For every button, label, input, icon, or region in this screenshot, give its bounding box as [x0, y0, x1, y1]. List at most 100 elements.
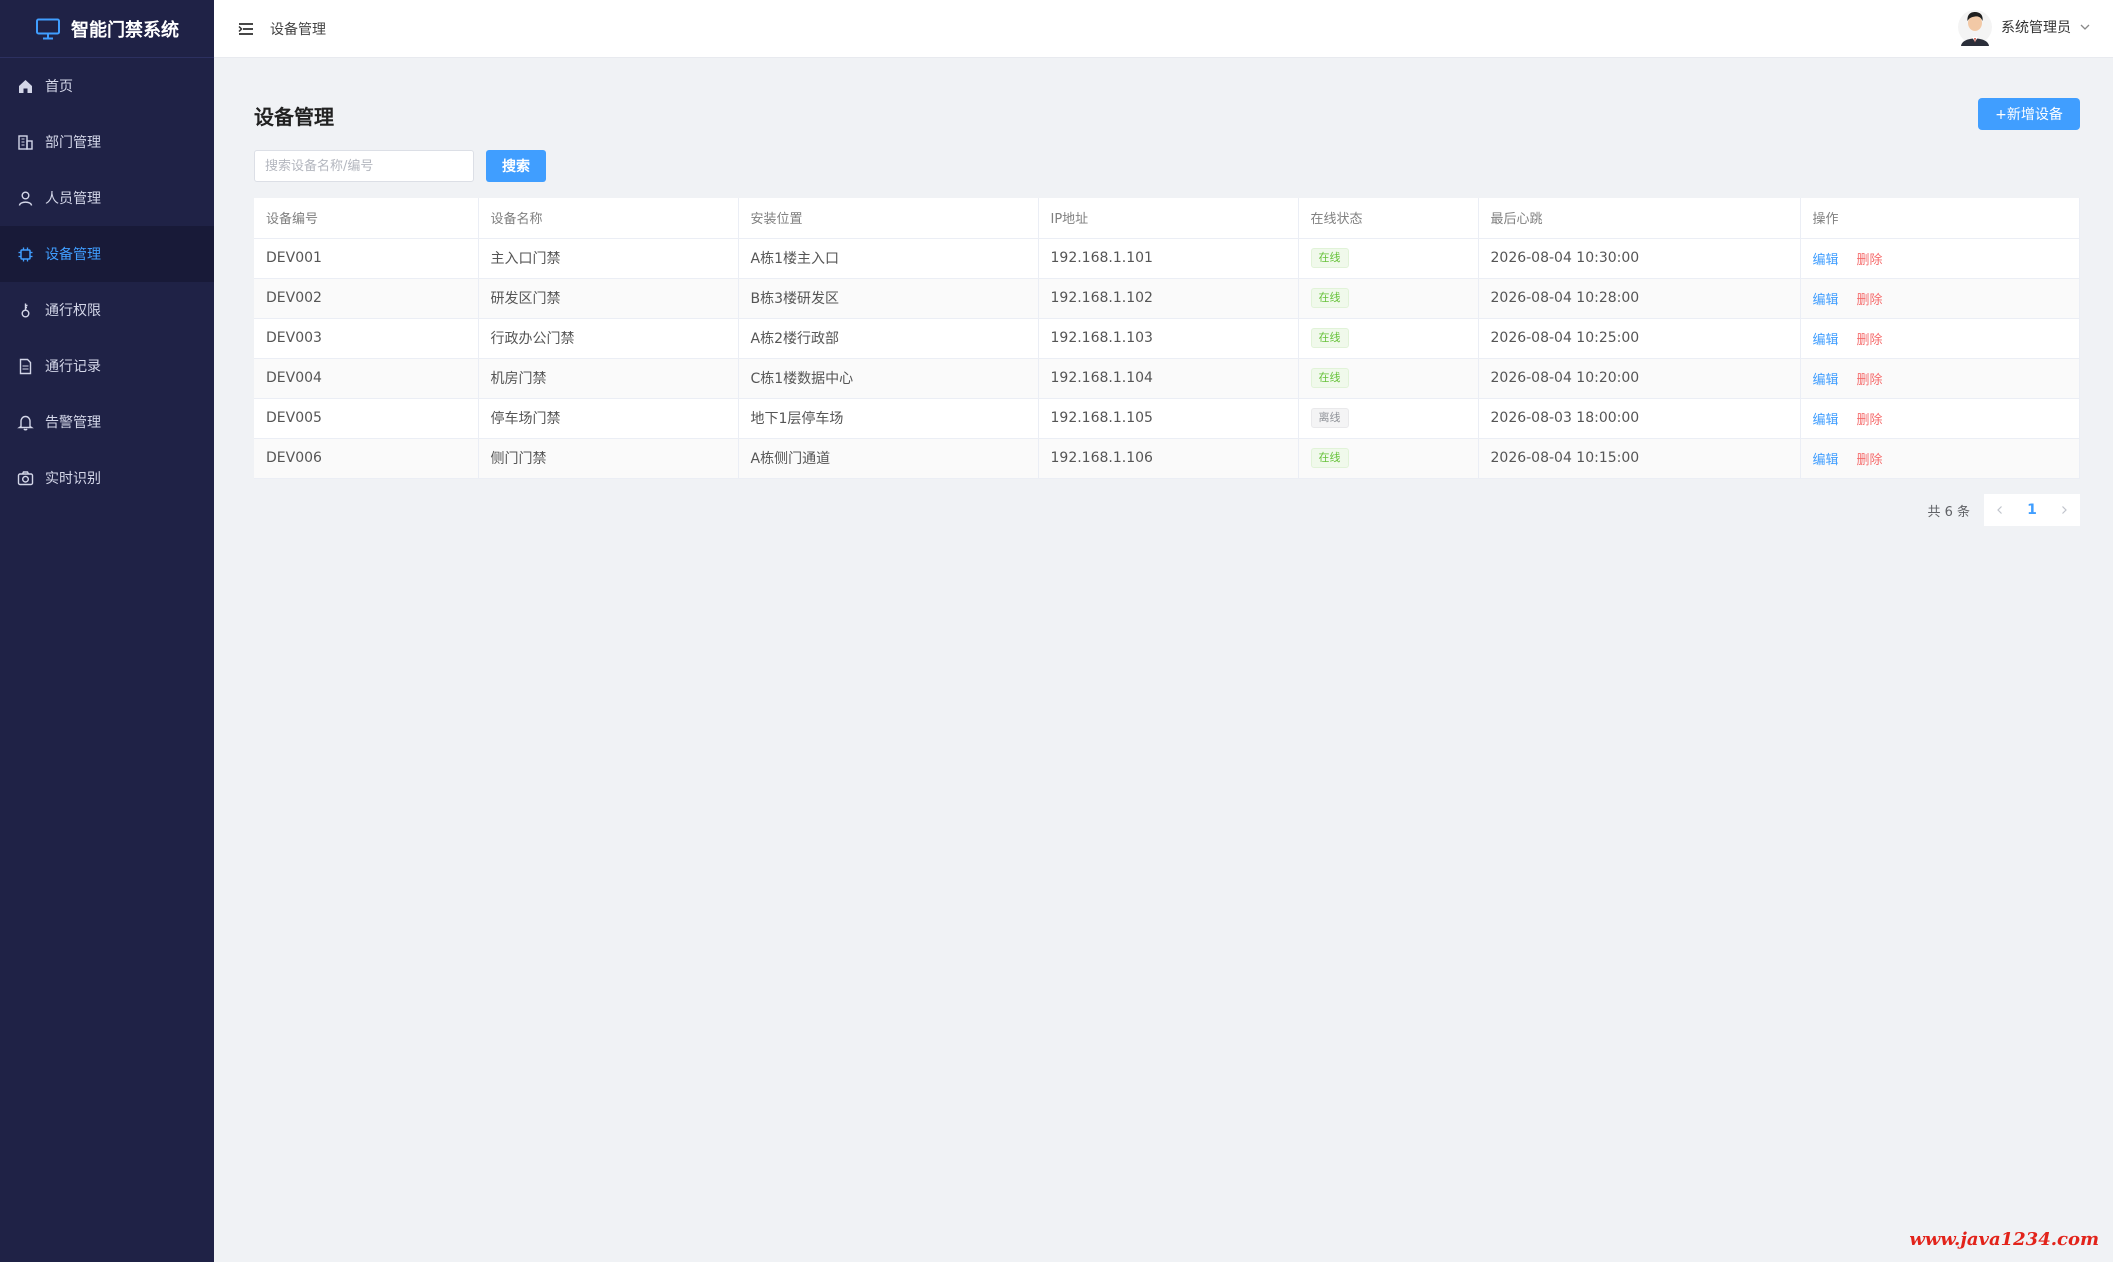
- breadcrumb: 设备管理: [270, 21, 326, 38]
- cell-status: 离线: [1298, 398, 1479, 439]
- cell-heartbeat: 2026-08-04 10:25:00: [1478, 318, 1801, 359]
- cell-heartbeat: 2026-08-04 10:15:00: [1478, 438, 1801, 479]
- user-menu[interactable]: 系统管理员: [1957, 8, 2091, 46]
- cell-location: A栋侧门通道: [738, 438, 1039, 479]
- edit-button[interactable]: 编辑: [1813, 293, 1839, 308]
- chip-icon: [17, 246, 34, 263]
- column-header-heartbeat[interactable]: 最后心跳: [1478, 198, 1801, 239]
- cell-device-id: DEV005: [254, 398, 479, 439]
- sidebar-item-label: 人员管理: [45, 191, 101, 207]
- sidebar-item-access-records[interactable]: 通行记录: [0, 338, 214, 394]
- sidebar-item-label: 通行权限: [45, 303, 101, 319]
- cell-device-id: DEV002: [254, 278, 479, 319]
- cell-device-name: 研发区门禁: [478, 278, 739, 319]
- sidebar-item-personnel[interactable]: 人员管理: [0, 170, 214, 226]
- cell-actions: 编辑 删除: [1800, 398, 2080, 439]
- sidebar-item-label: 设备管理: [45, 247, 101, 263]
- cell-status: 在线: [1298, 278, 1479, 319]
- delete-button[interactable]: 删除: [1857, 413, 1883, 428]
- bell-icon: [17, 414, 34, 431]
- next-page-button[interactable]: [2048, 494, 2080, 526]
- cell-device-id: DEV003: [254, 318, 479, 359]
- chevron-left-icon: [1995, 505, 2005, 515]
- document-icon: [17, 358, 34, 375]
- top-header: 设备管理 系统管理员: [214, 0, 2113, 58]
- page-number-button[interactable]: 1: [2016, 494, 2048, 526]
- building-icon: [17, 134, 34, 151]
- sidebar-item-device[interactable]: 设备管理: [0, 226, 214, 282]
- sidebar-item-access-permission[interactable]: 通行权限: [0, 282, 214, 338]
- edit-button[interactable]: 编辑: [1813, 373, 1839, 388]
- delete-button[interactable]: 删除: [1857, 453, 1883, 468]
- app-title: 智能门禁系统: [71, 19, 179, 41]
- cell-status: 在线: [1298, 318, 1479, 359]
- search-input[interactable]: [254, 150, 474, 182]
- delete-button[interactable]: 删除: [1857, 373, 1883, 388]
- sidebar-item-label: 告警管理: [45, 415, 101, 431]
- table-row: DEV006 侧门门禁 A栋侧门通道 192.168.1.106 在线 2026…: [254, 438, 2080, 479]
- table-row: DEV005 停车场门禁 地下1层停车场 192.168.1.105 离线 20…: [254, 398, 2080, 439]
- column-header-actions: 操作: [1800, 198, 2080, 239]
- edit-button[interactable]: 编辑: [1813, 453, 1839, 468]
- cell-actions: 编辑 删除: [1800, 438, 2080, 479]
- cell-device-id: DEV001: [254, 238, 479, 279]
- watermark: www.java1234.com: [1909, 1229, 2099, 1250]
- edit-button[interactable]: 编辑: [1813, 333, 1839, 348]
- cell-ip: 192.168.1.104: [1038, 358, 1299, 399]
- cell-status: 在线: [1298, 438, 1479, 479]
- sidebar: 智能门禁系统 首页 部门管理 人员管理 设备管理 通行权限 通行记录 告警管理 …: [0, 0, 214, 1262]
- avatar: [1957, 8, 1993, 46]
- cell-device-id: DEV004: [254, 358, 479, 399]
- add-device-button[interactable]: +新增设备: [1978, 98, 2080, 130]
- camera-icon: [17, 470, 34, 487]
- prev-page-button[interactable]: [1984, 494, 2016, 526]
- user-icon: [17, 190, 34, 207]
- cell-device-id: DEV006: [254, 438, 479, 479]
- sidebar-item-realtime-recognition[interactable]: 实时识别: [0, 450, 214, 506]
- table-header-row: 设备编号 设备名称 安装位置 IP地址 在线状态 最后心跳 操作: [254, 198, 2080, 239]
- edit-button[interactable]: 编辑: [1813, 413, 1839, 428]
- table-row: DEV002 研发区门禁 B栋3楼研发区 192.168.1.102 在线 20…: [254, 278, 2080, 319]
- column-header-location[interactable]: 安装位置: [738, 198, 1039, 239]
- menu-toggle-icon[interactable]: [236, 19, 256, 39]
- column-header-status[interactable]: 在线状态: [1298, 198, 1479, 239]
- status-badge: 在线: [1310, 248, 1349, 268]
- cell-actions: 编辑 删除: [1800, 238, 2080, 279]
- monitor-icon: [35, 18, 61, 40]
- cell-heartbeat: 2026-08-03 18:00:00: [1478, 398, 1801, 439]
- edit-button[interactable]: 编辑: [1813, 253, 1839, 268]
- logo[interactable]: 智能门禁系统: [0, 0, 214, 58]
- status-badge: 离线: [1310, 408, 1349, 428]
- sidebar-item-label: 首页: [45, 79, 73, 95]
- cell-heartbeat: 2026-08-04 10:28:00: [1478, 278, 1801, 319]
- sidebar-item-home[interactable]: 首页: [0, 58, 214, 114]
- key-icon: [17, 302, 34, 319]
- column-header-ip[interactable]: IP地址: [1038, 198, 1299, 239]
- chevron-down-icon: [2079, 21, 2091, 33]
- cell-ip: 192.168.1.105: [1038, 398, 1299, 439]
- cell-location: A栋2楼行政部: [738, 318, 1039, 359]
- device-table: 设备编号 设备名称 安装位置 IP地址 在线状态 最后心跳 操作 DEV001 …: [254, 198, 2080, 479]
- cell-status: 在线: [1298, 238, 1479, 279]
- cell-location: B栋3楼研发区: [738, 278, 1039, 319]
- sidebar-item-alarms[interactable]: 告警管理: [0, 394, 214, 450]
- sidebar-item-label: 部门管理: [45, 135, 101, 151]
- cell-location: C栋1楼数据中心: [738, 358, 1039, 399]
- chevron-right-icon: [2059, 505, 2069, 515]
- page-title: 设备管理: [254, 105, 334, 129]
- delete-button[interactable]: 删除: [1857, 253, 1883, 268]
- cell-location: 地下1层停车场: [738, 398, 1039, 439]
- search-button[interactable]: 搜索: [486, 150, 546, 182]
- status-badge: 在线: [1310, 288, 1349, 308]
- column-header-device-id[interactable]: 设备编号: [254, 198, 479, 239]
- sidebar-item-label: 实时识别: [45, 471, 101, 487]
- status-badge: 在线: [1310, 328, 1349, 348]
- delete-button[interactable]: 删除: [1857, 333, 1883, 348]
- sidebar-item-department[interactable]: 部门管理: [0, 114, 214, 170]
- column-header-device-name[interactable]: 设备名称: [478, 198, 739, 239]
- pagination: 共 6 条 1: [1927, 494, 2080, 526]
- sidebar-item-label: 通行记录: [45, 359, 101, 375]
- cell-actions: 编辑 删除: [1800, 358, 2080, 399]
- home-icon: [17, 78, 34, 95]
- delete-button[interactable]: 删除: [1857, 293, 1883, 308]
